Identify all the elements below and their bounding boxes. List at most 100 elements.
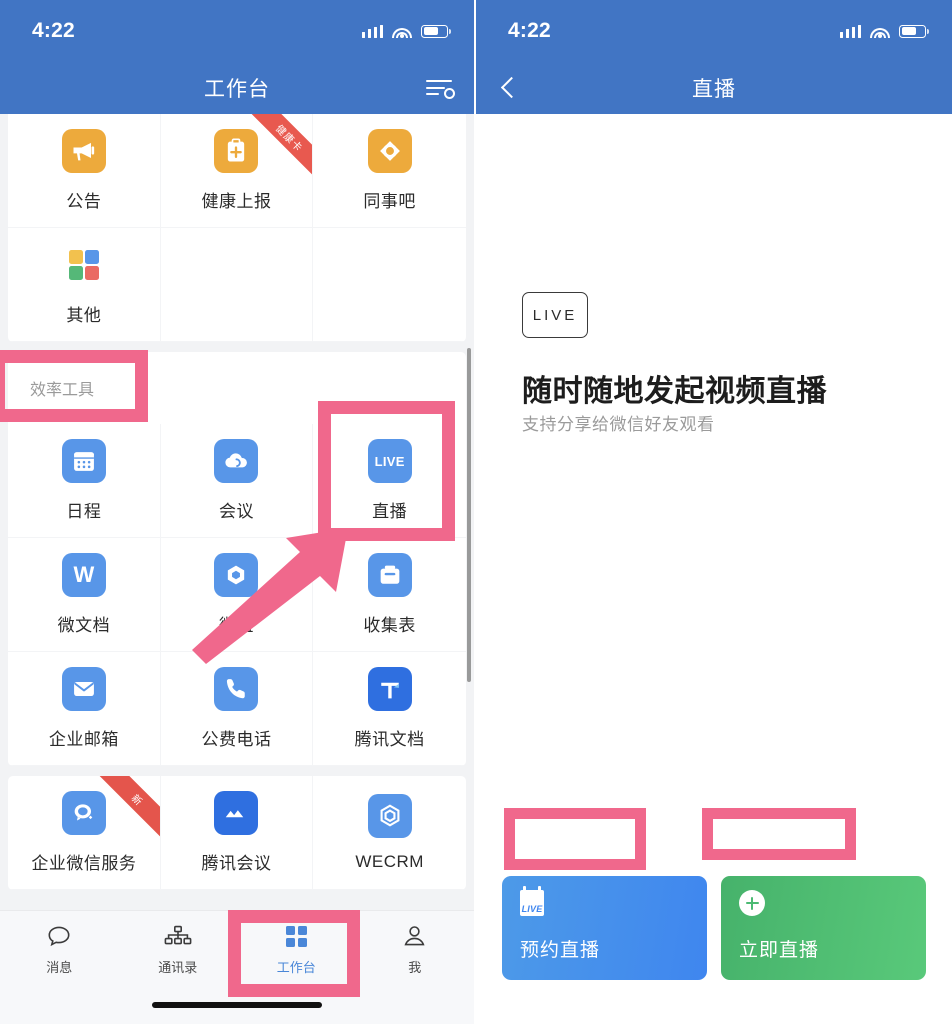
tencent-docs-icon <box>367 667 412 711</box>
plus-circle-icon <box>739 890 765 916</box>
schedule-live-card[interactable]: LIVE 预约直播 <box>502 876 707 980</box>
hero-subheading: 支持分享给微信好友观看 <box>522 415 715 434</box>
app-section-tools: 日程 会议 LIVE 直播 W 微文档 微盘 收集表 企业邮箱 公费电话 腾讯文… <box>8 424 466 766</box>
app-tile-label: 微文档 <box>57 616 111 635</box>
app-tile-label: 腾讯文档 <box>354 730 425 749</box>
app-tile-health-report[interactable]: 健康上报 健康卡 <box>160 114 314 228</box>
megaphone-icon <box>61 129 106 173</box>
chat-bubble-icon <box>46 923 72 950</box>
app-tile-label: 公费电话 <box>201 730 272 749</box>
app-tile-colleague[interactable]: 同事吧 <box>313 114 466 228</box>
app-tile-wedoc[interactable]: W 微文档 <box>8 538 161 652</box>
app-tile-calendar[interactable]: 日程 <box>8 424 161 538</box>
calendar-icon <box>61 439 106 483</box>
app-tile-label: WECRM <box>355 851 424 871</box>
app-tile-wecom-service[interactable]: 企业微信服务 新 <box>8 776 161 890</box>
app-tile-label: 收集表 <box>363 616 416 635</box>
app-tile-wecrm[interactable]: WECRM <box>313 776 466 890</box>
manage-list-gear-icon[interactable] <box>426 77 456 99</box>
app-tile-label: 健康上报 <box>201 192 272 211</box>
schedule-live-label: 预约直播 <box>520 940 601 961</box>
app-tile-label: 微盘 <box>218 616 254 635</box>
tab-list: 消息 通讯录 工作台 我 <box>0 911 474 987</box>
meeting-cloud-icon <box>214 439 259 483</box>
workbench-scroll-area[interactable]: 公告 健康上报 健康卡 同事吧 其他 效率工具 日程 会议 LIVE 直播 W … <box>0 114 474 962</box>
app-section-bottom: 企业微信服务 新 腾讯会议 WECRM <box>8 776 466 890</box>
tab-label: 通讯录 <box>158 959 198 975</box>
service-chat-icon <box>61 791 106 835</box>
page-title: 直播 <box>692 78 736 101</box>
section-title-efficiency-tools: 效率工具 <box>8 352 466 424</box>
clipboard-plus-icon <box>214 129 259 173</box>
app-tile-meeting[interactable]: 会议 <box>160 424 314 538</box>
app-tile-label: 企业微信服务 <box>31 854 137 873</box>
app-tile-label: 日程 <box>66 502 102 521</box>
phone-icon <box>214 667 259 711</box>
home-indicator <box>152 1002 322 1008</box>
app-tile-label: 企业邮箱 <box>48 730 119 749</box>
app-tile-placeholder <box>313 228 466 342</box>
nav-bar-right: 直播 <box>476 62 952 114</box>
app-tile-collect-form[interactable]: 收集表 <box>313 538 466 652</box>
app-tile-label: 腾讯会议 <box>201 854 272 873</box>
signal-bars-icon <box>361 24 383 38</box>
status-time: 4:22 <box>32 19 75 42</box>
workbench-screen: 4:22 工作台 公告 健康上报 健康卡 同事吧 其他 效率工具 日程 会议 L… <box>0 0 476 1024</box>
app-tile-other[interactable]: 其他 <box>8 228 161 342</box>
tab-messages[interactable]: 消息 <box>0 911 119 987</box>
screenshot-stage: 4:22 工作台 公告 健康上报 健康卡 同事吧 其他 效率工具 日程 会议 L… <box>0 0 952 1024</box>
start-live-card[interactable]: 立即直播 <box>721 876 926 980</box>
app-tile-announcement[interactable]: 公告 <box>8 114 161 228</box>
status-time: 4:22 <box>508 19 551 42</box>
hexagon-icon <box>367 793 412 838</box>
app-tile-label: 公告 <box>66 192 102 211</box>
app-grid-tools: 日程 会议 LIVE 直播 W 微文档 微盘 收集表 企业邮箱 公费电话 腾讯文… <box>8 424 466 766</box>
calendar-live-icon: LIVE <box>520 886 544 916</box>
status-indicators <box>839 24 929 38</box>
doc-w-icon: W <box>61 553 106 597</box>
status-bar-right: 4:22 <box>476 0 952 62</box>
person-icon <box>402 923 427 950</box>
app-tile-tencent-docs[interactable]: 腾讯文档 <box>313 652 466 766</box>
vertical-scrollbar[interactable] <box>467 348 471 682</box>
collect-form-icon <box>367 553 412 597</box>
tab-label: 消息 <box>46 959 73 975</box>
bottom-tab-bar: 消息 通讯录 工作台 我 <box>0 910 474 1024</box>
tab-me[interactable]: 我 <box>356 911 475 987</box>
app-tile-label: 其他 <box>66 306 102 325</box>
app-tile-wedrive[interactable]: 微盘 <box>160 538 314 652</box>
app-tile-live[interactable]: LIVE 直播 <box>313 424 466 538</box>
live-action-cards: LIVE 预约直播 立即直播 <box>502 876 926 980</box>
grid-squares-icon <box>284 923 309 950</box>
status-bar-left: 4:22 <box>0 0 474 62</box>
doc-w-letter: W <box>73 562 95 587</box>
start-live-label: 立即直播 <box>739 940 820 961</box>
four-squares-icon <box>62 243 106 287</box>
tab-workbench[interactable]: 工作台 <box>237 911 356 987</box>
hero-heading: 随时随地发起视频直播 <box>522 375 827 408</box>
tab-label: 工作台 <box>276 959 316 975</box>
live-content: LIVE 随时随地发起视频直播 支持分享给微信好友观看 LIVE 预约直播 立即… <box>476 114 952 1024</box>
app-tile-mail[interactable]: 企业邮箱 <box>8 652 161 766</box>
app-tile-phone[interactable]: 公费电话 <box>160 652 314 766</box>
live-icon: LIVE <box>367 439 412 483</box>
app-tile-label: 同事吧 <box>363 192 416 211</box>
signal-bars-icon <box>839 24 861 38</box>
app-grid-bottom: 企业微信服务 新 腾讯会议 WECRM <box>8 776 466 890</box>
app-tile-tencent-meeting[interactable]: 腾讯会议 <box>160 776 314 890</box>
app-tile-placeholder <box>160 228 314 342</box>
page-title: 工作台 <box>204 78 270 101</box>
app-tile-label: 直播 <box>372 502 408 521</box>
mail-icon <box>61 667 106 711</box>
tencent-meeting-icon <box>214 791 259 835</box>
wifi-icon <box>392 24 412 38</box>
live-badge: LIVE <box>522 292 588 338</box>
live-detail-screen: 4:22 直播 LIVE 随时随地发起视频直播 支持分享给微信好友观看 LIVE… <box>476 0 952 1024</box>
live-icon-text: LIVE <box>374 453 405 469</box>
tab-label: 我 <box>408 959 422 975</box>
tab-contacts[interactable]: 通讯录 <box>119 911 238 987</box>
status-indicators <box>361 24 451 38</box>
app-grid-top: 公告 健康上报 健康卡 同事吧 其他 <box>8 114 466 342</box>
